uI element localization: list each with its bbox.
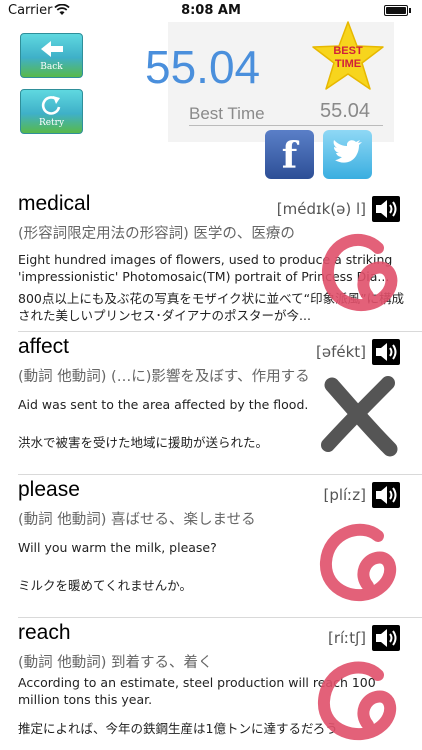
entry-pronunciation: [əfékt] bbox=[315, 343, 366, 361]
facebook-icon: f bbox=[281, 135, 298, 177]
battery-icon bbox=[384, 5, 408, 16]
entry-word: medical bbox=[18, 192, 91, 215]
back-label: Back bbox=[40, 62, 63, 72]
entry-part-of-speech: (動詞 他動詞) 到着する、着く bbox=[18, 655, 213, 671]
entry-part-of-speech: (動詞 他動詞) 喜ばせる、楽しませる bbox=[18, 512, 256, 528]
best-time-label: Best Time bbox=[189, 104, 265, 123]
entry-divider bbox=[18, 617, 422, 618]
entry-part-of-speech: (形容詞限定用法の形容詞) 医学の、医療の bbox=[18, 226, 295, 242]
word-entry[interactable]: medical [médɪk(ə) l] (形容詞限定用法の形容詞) 医学の、医… bbox=[0, 190, 422, 332]
twitter-share-button[interactable] bbox=[323, 130, 372, 179]
word-entry[interactable]: reach [ríːtʃ] (動詞 他動詞) 到着する、着く According… bbox=[0, 619, 422, 750]
entry-pronunciation: [médɪk(ə) l] bbox=[276, 200, 366, 218]
entry-word: affect bbox=[18, 335, 69, 358]
retry-button[interactable]: Retry bbox=[20, 89, 83, 134]
speaker-icon[interactable] bbox=[372, 196, 400, 222]
entry-word: please bbox=[18, 478, 80, 501]
status-bar: Carrier 8:08 AM bbox=[0, 0, 422, 22]
speaker-icon[interactable] bbox=[372, 482, 400, 508]
entry-divider bbox=[18, 474, 422, 475]
badge-line1: BEST bbox=[333, 45, 363, 57]
correct-circle-mark bbox=[318, 661, 396, 741]
entry-pronunciation: [ríːtʃ] bbox=[327, 629, 366, 647]
clock: 8:08 AM bbox=[181, 3, 241, 18]
entry-word: reach bbox=[18, 621, 71, 644]
entry-part-of-speech: (動詞 他動詞) (…に)影響を及ぼす、作用する bbox=[18, 369, 310, 385]
wrong-cross-mark bbox=[321, 376, 398, 457]
entry-divider bbox=[18, 331, 422, 332]
word-entry[interactable]: please [plíːz] (動詞 他動詞) 喜ばせる、楽しませる Will … bbox=[0, 476, 422, 618]
arrow-left-icon bbox=[21, 34, 82, 62]
word-entry[interactable]: affect [əfékt] (動詞 他動詞) (…に)影響を及ぼす、作用する … bbox=[0, 333, 422, 475]
retry-label: Retry bbox=[38, 118, 65, 128]
correct-circle-mark bbox=[320, 523, 396, 602]
best-time-underline bbox=[189, 125, 383, 126]
back-button[interactable]: Back bbox=[20, 33, 83, 78]
speaker-icon[interactable] bbox=[372, 625, 400, 651]
refresh-icon bbox=[21, 90, 82, 118]
facebook-share-button[interactable]: f bbox=[265, 130, 314, 179]
badge-line2: TIME bbox=[335, 58, 361, 70]
speaker-icon[interactable] bbox=[372, 339, 400, 365]
best-time-star-badge: BEST TIME bbox=[312, 21, 384, 90]
battery-tip bbox=[409, 8, 411, 13]
twitter-bird-icon bbox=[333, 140, 362, 163]
elapsed-time: 55.04 bbox=[145, 41, 261, 93]
best-time-value: 55.04 bbox=[320, 100, 371, 122]
entry-pronunciation: [plíːz] bbox=[323, 486, 367, 504]
correct-circle-mark bbox=[322, 234, 398, 312]
